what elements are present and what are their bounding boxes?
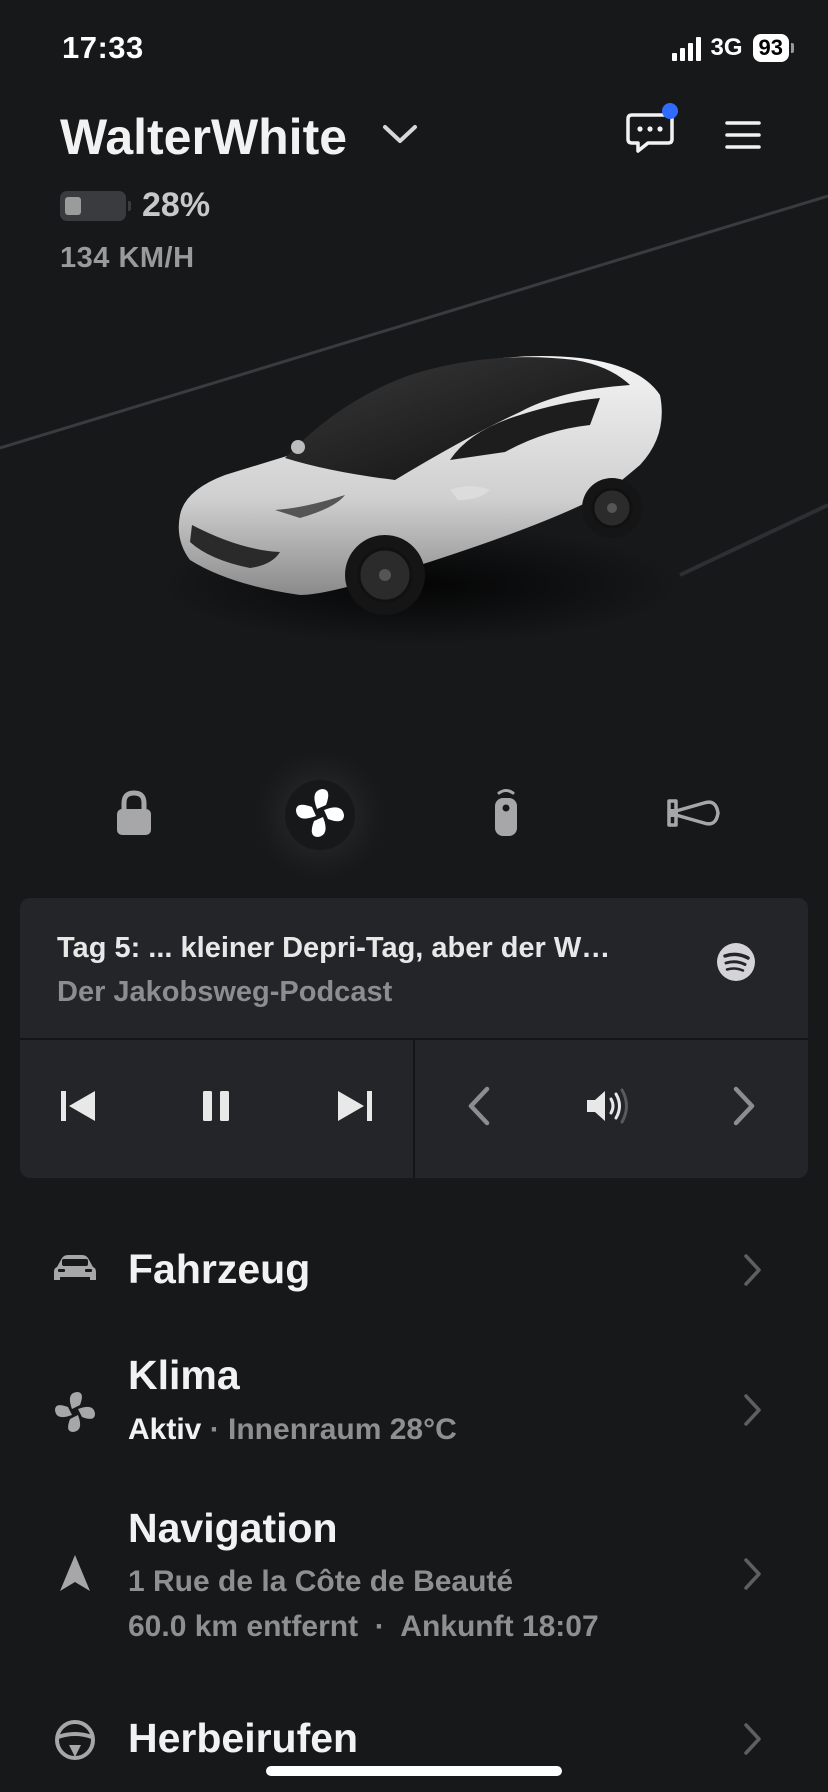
- status-indicators: 3G 93: [671, 34, 794, 62]
- spotify-icon[interactable]: [716, 942, 756, 987]
- remote-button[interactable]: [471, 780, 541, 850]
- menu-item-climate-status: Aktiv · Innenraum 28°C: [128, 1413, 457, 1447]
- skip-previous-icon: [59, 1089, 97, 1128]
- next-track-button[interactable]: [325, 1078, 385, 1138]
- climate-active-text: Aktiv: [128, 1413, 202, 1446]
- steering-wheel-icon: [50, 1719, 100, 1761]
- lock-button[interactable]: [99, 780, 169, 850]
- signal-icon: [671, 35, 701, 61]
- chevron-right-icon: [742, 1557, 762, 1596]
- fan-icon: [294, 787, 346, 844]
- car-image[interactable]: [0, 190, 828, 710]
- messages-icon[interactable]: [626, 112, 674, 159]
- horn-icon: [666, 793, 720, 838]
- climate-button[interactable]: [285, 780, 355, 850]
- navigation-arrow-icon: [50, 1553, 100, 1593]
- navigation-eta: 60.0 km entfernt · Ankunft 18:07: [128, 1610, 599, 1643]
- next-source-button[interactable]: [714, 1078, 774, 1138]
- remote-key-icon: [490, 787, 522, 844]
- menu-item-summon-label: Herbeirufen: [128, 1715, 359, 1761]
- chevron-left-icon: [467, 1086, 491, 1131]
- menu-item-vehicle-label: Fahrzeug: [128, 1246, 311, 1292]
- car-icon: [50, 1253, 100, 1283]
- phone-battery-tip: [791, 43, 794, 53]
- media-divider-vertical: [413, 1040, 415, 1178]
- network-type: 3G: [710, 34, 743, 61]
- chevron-right-icon: [742, 1722, 762, 1761]
- car-name[interactable]: WalterWhite: [60, 108, 347, 166]
- notification-dot: [662, 103, 678, 119]
- fan-icon: [50, 1390, 100, 1434]
- menu-item-navigation-label: Navigation: [128, 1505, 338, 1551]
- navigation-address: 1 Rue de la Côte de Beauté: [128, 1565, 514, 1598]
- skip-next-icon: [336, 1089, 374, 1128]
- menu-icon[interactable]: [725, 120, 761, 155]
- climate-detail-text: · Innenraum 28°C: [201, 1413, 457, 1446]
- home-indicator[interactable]: [266, 1766, 562, 1776]
- media-subtitle: Der Jakobsweg-Podcast: [57, 976, 393, 1008]
- media-title: Tag 5: ... kleiner Depri-Tag, aber der W…: [57, 932, 611, 964]
- volume-icon: [585, 1088, 633, 1129]
- phone-battery: 93: [752, 34, 789, 62]
- menu-item-climate-label: Klima: [128, 1352, 240, 1398]
- volume-button[interactable]: [579, 1078, 639, 1138]
- previous-track-button[interactable]: [48, 1078, 108, 1138]
- pause-icon: [201, 1090, 231, 1127]
- media-player: Tag 5: ... kleiner Depri-Tag, aber der W…: [20, 898, 808, 1178]
- pause-button[interactable]: [186, 1078, 246, 1138]
- chevron-right-icon: [742, 1393, 762, 1432]
- previous-source-button[interactable]: [449, 1078, 509, 1138]
- chevron-right-icon: [742, 1253, 762, 1292]
- lock-icon: [114, 789, 154, 841]
- status-time: 17:33: [62, 30, 144, 65]
- chevron-right-icon: [732, 1086, 756, 1131]
- chevron-down-icon[interactable]: [382, 122, 418, 151]
- horn-button[interactable]: [658, 780, 728, 850]
